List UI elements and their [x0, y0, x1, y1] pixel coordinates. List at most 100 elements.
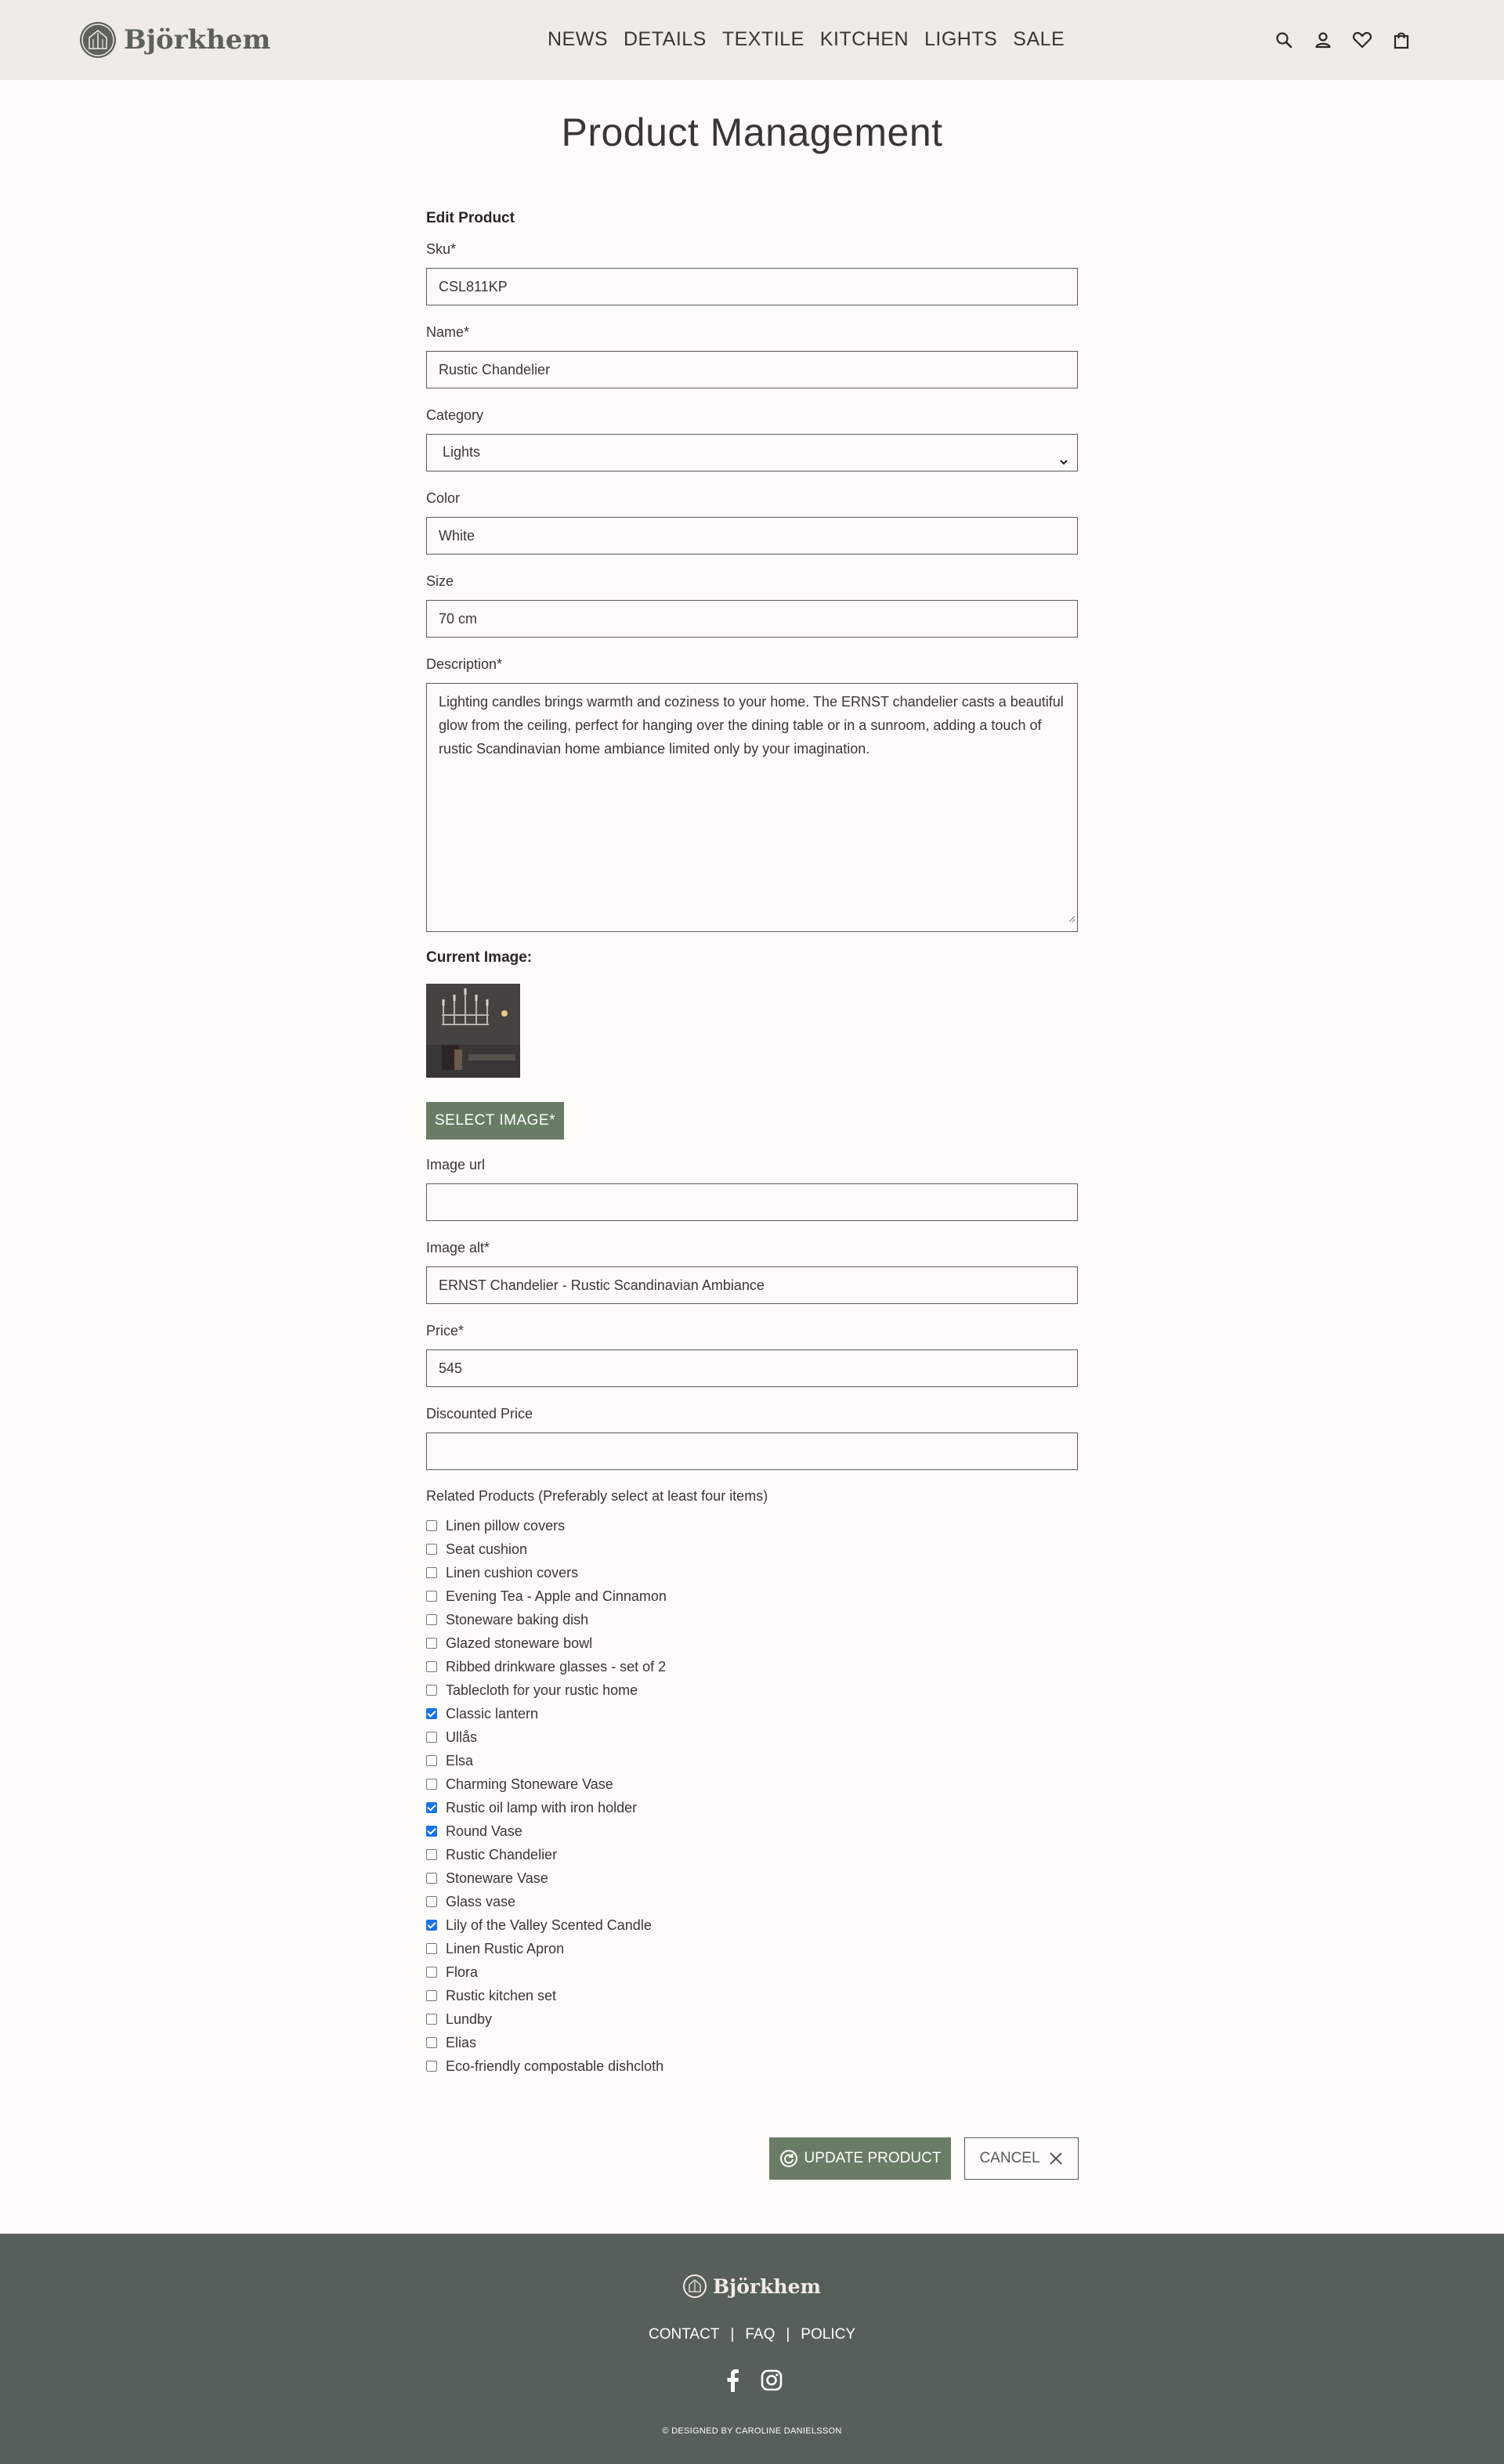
footer-brand[interactable]: Björkhem — [0, 2274, 1504, 2298]
related-product-checkbox[interactable] — [426, 1920, 437, 1931]
related-product-option[interactable]: Classic lantern — [426, 1702, 1078, 1725]
related-product-checkbox[interactable] — [426, 1849, 437, 1860]
related-product-checkbox[interactable] — [426, 1661, 437, 1672]
related-product-checkbox[interactable] — [426, 1732, 437, 1743]
related-product-option[interactable]: Elsa — [426, 1749, 1078, 1772]
related-product-checkbox[interactable] — [426, 1990, 437, 2001]
nav-sale[interactable]: SALE — [1013, 28, 1065, 51]
related-product-option[interactable]: Seat cushion — [426, 1537, 1078, 1561]
cancel-label: CANCEL — [979, 2150, 1040, 2166]
related-product-checkbox[interactable] — [426, 1779, 437, 1790]
related-product-option[interactable]: Glass vase — [426, 1890, 1078, 1913]
related-product-option[interactable]: Stoneware Vase — [426, 1866, 1078, 1890]
related-product-label: Flora — [446, 1964, 479, 1980]
select-image-button[interactable]: SELECT IMAGE* — [426, 1102, 564, 1140]
related-product-checkbox[interactable] — [426, 1544, 437, 1555]
search-icon[interactable] — [1271, 27, 1297, 53]
footer-link-contact[interactable]: CONTACT — [649, 2326, 719, 2343]
related-product-option[interactable]: Charming Stoneware Vase — [426, 1772, 1078, 1796]
related-product-option[interactable]: Linen pillow covers — [426, 1514, 1078, 1537]
related-product-checkbox[interactable] — [426, 1896, 437, 1907]
related-product-label: Lily of the Valley Scented Candle — [446, 1917, 652, 1933]
brand-logo[interactable]: Björkhem — [80, 22, 271, 58]
sku-label: Sku* — [426, 241, 457, 257]
footer-links: CONTACT | FAQ | POLICY — [0, 2326, 1504, 2343]
footer-social — [0, 2367, 1504, 2394]
description-textarea[interactable]: Lighting candles brings warmth and cozin… — [426, 683, 1078, 932]
user-icon[interactable] — [1310, 27, 1336, 53]
site-header: Björkhem NEWS DETAILS TEXTILE KITCHEN LI… — [0, 0, 1504, 80]
related-product-option[interactable]: Linen cushion covers — [426, 1561, 1078, 1584]
related-product-option[interactable]: Flora — [426, 1960, 1078, 1984]
related-product-checkbox[interactable] — [426, 1708, 437, 1719]
related-product-option[interactable]: Tablecloth for your rustic home — [426, 1678, 1078, 1702]
image-alt-input[interactable] — [426, 1266, 1078, 1304]
related-product-option[interactable]: Lundby — [426, 2007, 1078, 2031]
heart-icon[interactable] — [1349, 27, 1376, 53]
related-product-option[interactable]: Lily of the Valley Scented Candle — [426, 1913, 1078, 1937]
related-product-checkbox[interactable] — [426, 1967, 437, 1978]
nav-news[interactable]: NEWS — [548, 28, 608, 51]
chevron-down-icon — [1058, 446, 1069, 481]
resize-handle-icon[interactable] — [1068, 906, 1076, 930]
cancel-button[interactable]: CANCEL — [964, 2137, 1079, 2180]
edit-product-form: Edit Product Sku* Name* Category Lights … — [426, 207, 1078, 2078]
related-product-option[interactable]: Stoneware baking dish — [426, 1608, 1078, 1631]
instagram-icon[interactable] — [758, 2367, 785, 2394]
footer-link-faq[interactable]: FAQ — [745, 2326, 775, 2343]
nav-lights[interactable]: LIGHTS — [924, 28, 997, 51]
related-product-checkbox[interactable] — [426, 1802, 437, 1813]
related-product-label: Rustic oil lamp with iron holder — [446, 1799, 638, 1815]
nav-textile[interactable]: TEXTILE — [722, 28, 804, 51]
related-product-option[interactable]: Eco-friendly compostable dishcloth — [426, 2054, 1078, 2078]
related-product-label: Ribbed drinkware glasses - set of 2 — [446, 1658, 667, 1675]
related-product-option[interactable]: Linen Rustic Apron — [426, 1937, 1078, 1960]
related-product-option[interactable]: Rustic Chandelier — [426, 1843, 1078, 1866]
description-label: Description* — [426, 656, 503, 672]
color-input[interactable] — [426, 517, 1078, 555]
category-selected-value: Lights — [443, 444, 481, 460]
related-product-checkbox[interactable] — [426, 1520, 437, 1531]
related-product-checkbox[interactable] — [426, 2014, 437, 2025]
related-product-option[interactable]: Rustic kitchen set — [426, 1984, 1078, 2007]
header-actions — [1271, 27, 1427, 53]
related-product-option[interactable]: Elias — [426, 2031, 1078, 2054]
related-product-checkbox[interactable] — [426, 1755, 437, 1766]
footer-credit: © DESIGNED BY CAROLINE DANIELSSON — [662, 2426, 842, 2436]
related-product-option[interactable]: Round Vase — [426, 1819, 1078, 1843]
related-product-checkbox[interactable] — [426, 1638, 437, 1649]
related-product-checkbox[interactable] — [426, 2037, 437, 2048]
discounted-price-input[interactable] — [426, 1433, 1078, 1470]
related-product-checkbox[interactable] — [426, 2061, 437, 2072]
related-product-option[interactable]: Rustic oil lamp with iron holder — [426, 1796, 1078, 1819]
refresh-icon — [779, 2150, 797, 2167]
related-product-label: Glass vase — [446, 1893, 516, 1909]
related-product-option[interactable]: Ribbed drinkware glasses - set of 2 — [426, 1655, 1078, 1678]
related-product-option[interactable]: Glazed stoneware bowl — [426, 1631, 1078, 1655]
related-product-checkbox[interactable] — [426, 1567, 437, 1578]
related-product-option[interactable]: Evening Tea - Apple and Cinnamon — [426, 1584, 1078, 1608]
related-product-checkbox[interactable] — [426, 1826, 437, 1837]
related-product-checkbox[interactable] — [426, 1873, 437, 1884]
related-products-label: Related Products (Preferably select at l… — [426, 1488, 768, 1504]
related-product-option[interactable]: Ullås — [426, 1725, 1078, 1749]
image-url-label: Image url — [426, 1157, 486, 1172]
related-products-list: Linen pillow covers Seat cushion Linen cus… — [426, 1514, 1078, 2078]
size-input[interactable] — [426, 600, 1078, 638]
facebook-icon[interactable] — [719, 2367, 746, 2394]
size-field: Size — [426, 572, 1078, 638]
category-select[interactable]: Lights — [426, 434, 1078, 471]
footer-link-policy[interactable]: POLICY — [801, 2326, 855, 2343]
nav-details[interactable]: DETAILS — [624, 28, 707, 51]
image-url-input[interactable] — [426, 1183, 1078, 1221]
shopping-bag-icon[interactable] — [1388, 27, 1415, 53]
name-input[interactable] — [426, 351, 1078, 388]
sku-input[interactable] — [426, 268, 1078, 305]
nav-kitchen[interactable]: KITCHEN — [820, 28, 909, 51]
related-product-checkbox[interactable] — [426, 1614, 437, 1625]
related-product-checkbox[interactable] — [426, 1943, 437, 1954]
price-input[interactable] — [426, 1349, 1078, 1387]
related-product-checkbox[interactable] — [426, 1591, 437, 1602]
related-product-checkbox[interactable] — [426, 1685, 437, 1696]
update-product-button[interactable]: UPDATE PRODUCT — [769, 2137, 951, 2180]
